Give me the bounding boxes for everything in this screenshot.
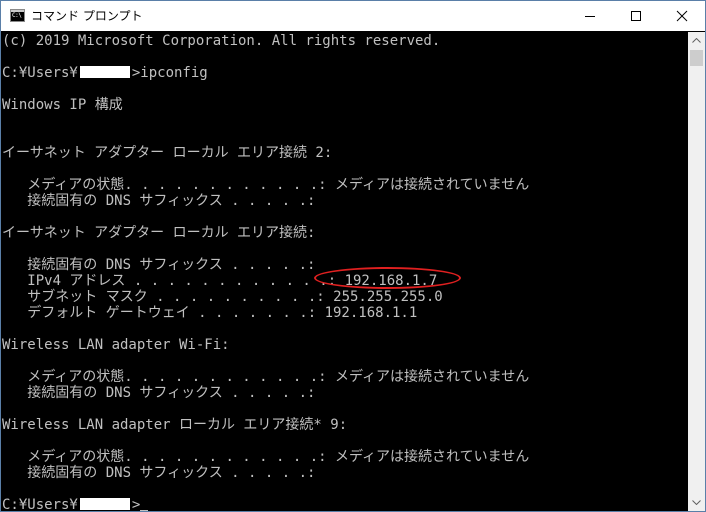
prompt-command: >ipconfig bbox=[131, 65, 208, 81]
ip-config-title: Windows IP 構成 bbox=[2, 97, 123, 113]
prompt-path: C:¥Users¥ bbox=[2, 65, 78, 81]
cmd-icon[interactable]: C:\ bbox=[10, 9, 25, 22]
dns-suffix-line: 接続固有の DNS サフィックス . . . . .: bbox=[2, 385, 316, 401]
prompt-line: C:¥Users¥ >ipconfig bbox=[2, 65, 208, 81]
copyright-line: (c) 2019 Microsoft Corporation. All righ… bbox=[2, 33, 441, 49]
dns-suffix-line: 接続固有の DNS サフィックス . . . . .: bbox=[2, 465, 316, 481]
scroll-up-icon bbox=[692, 38, 701, 43]
vertical-scrollbar[interactable] bbox=[688, 32, 705, 511]
adapter-header: Wireless LAN adapter ローカル エリア接続* 9: bbox=[2, 417, 348, 433]
redacted-username bbox=[79, 66, 130, 78]
prompt-symbol: > bbox=[131, 497, 141, 511]
ipv4-address-line: IPv4 アドレス . . . . . . . . . . . .: 192.1… bbox=[2, 273, 438, 289]
default-gateway-line: デフォルト ゲートウェイ . . . . . . .: 192.168.1.1 bbox=[2, 305, 418, 321]
adapter-header: Wireless LAN adapter Wi-Fi: bbox=[2, 337, 230, 353]
prompt-line: C:¥Users¥ > bbox=[2, 497, 149, 511]
media-state-line: メディアの状態. . . . . . . . . . . .: メディアは接続さ… bbox=[2, 177, 530, 193]
media-state-line: メディアの状態. . . . . . . . . . . .: メディアは接続さ… bbox=[2, 369, 530, 385]
media-state-line: メディアの状態. . . . . . . . . . . .: メディアは接続さ… bbox=[2, 449, 530, 465]
scroll-down-button[interactable] bbox=[688, 494, 705, 511]
command-prompt-window: C:\ コマンド プロンプト (c) 2019 Microsoft Corpor… bbox=[0, 0, 706, 512]
window-title: コマンド プロンプト bbox=[31, 9, 143, 23]
close-button[interactable] bbox=[659, 1, 705, 31]
dns-suffix-line: 接続固有の DNS サフィックス . . . . .: bbox=[2, 257, 316, 273]
redacted-username bbox=[79, 498, 130, 510]
minimize-icon bbox=[585, 16, 595, 17]
scroll-up-button[interactable] bbox=[688, 32, 705, 49]
text-cursor bbox=[140, 510, 149, 511]
minimize-button[interactable] bbox=[567, 1, 613, 31]
adapter-header: イーサネット アダプター ローカル エリア接続 2: bbox=[2, 145, 333, 161]
adapter-header: イーサネット アダプター ローカル エリア接続: bbox=[2, 225, 316, 241]
prompt-path: C:¥Users¥ bbox=[2, 497, 78, 511]
dns-suffix-line: 接続固有の DNS サフィックス . . . . .: bbox=[2, 193, 316, 209]
scroll-thumb[interactable] bbox=[690, 50, 703, 66]
subnet-mask-line: サブネット マスク . . . . . . . . . .: 255.255.2… bbox=[2, 289, 443, 305]
cmd-icon-glyph: C:\ bbox=[12, 12, 22, 19]
console-output[interactable]: (c) 2019 Microsoft Corporation. All righ… bbox=[1, 32, 688, 511]
scroll-down-icon bbox=[692, 500, 701, 505]
maximize-button[interactable] bbox=[613, 1, 659, 31]
title-bar[interactable]: C:\ コマンド プロンプト bbox=[1, 1, 705, 31]
maximize-icon bbox=[631, 11, 641, 21]
close-icon bbox=[676, 10, 688, 22]
